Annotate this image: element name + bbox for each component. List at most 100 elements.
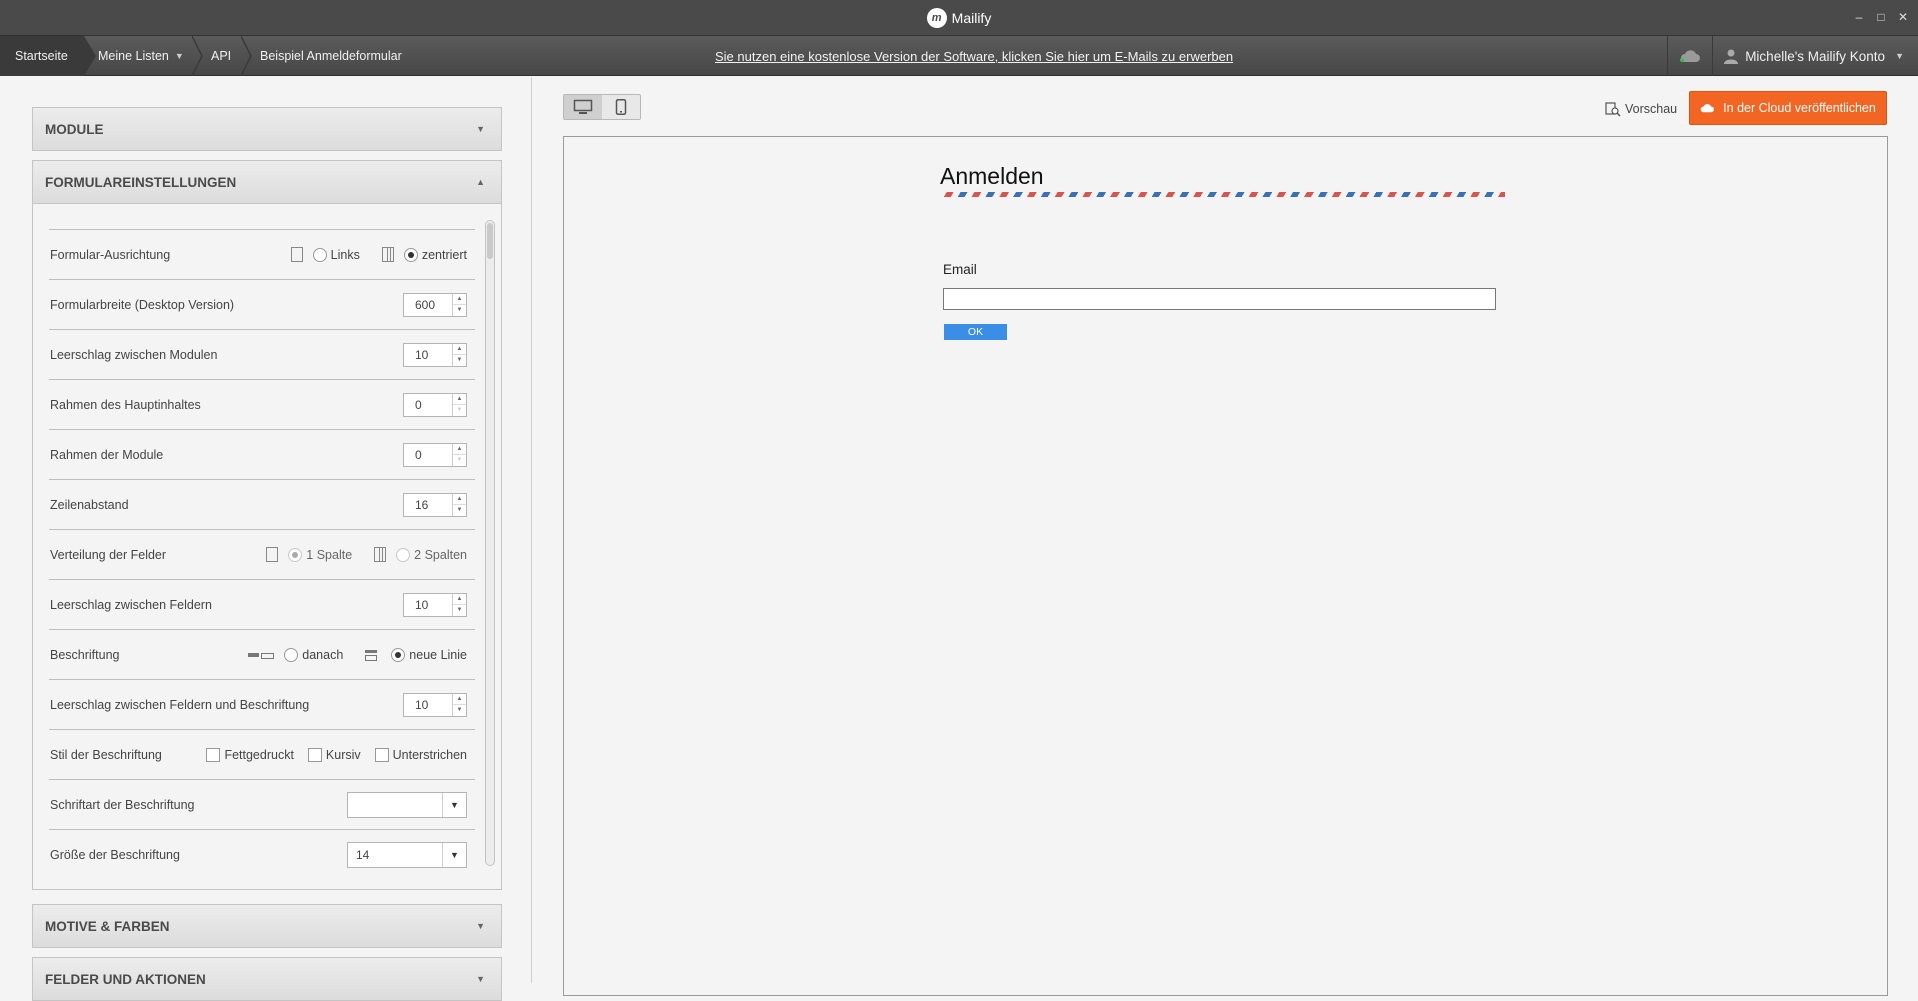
decrement-icon[interactable]: ▼	[453, 604, 466, 616]
decrement-icon[interactable]: ▼	[453, 454, 466, 466]
caption-after-radio[interactable]	[284, 647, 299, 662]
breadcrumb-separator	[241, 36, 253, 76]
section-module-header[interactable]: MODULE ▼	[32, 107, 502, 151]
one-column-icon	[266, 547, 279, 562]
setting-label: Größe der Beschriftung	[50, 847, 180, 862]
setting-module-spacing: Leerschlag zwischen Modulen ▲▼	[49, 329, 475, 379]
close-icon[interactable]: ✕	[1896, 10, 1910, 24]
mobile-icon	[615, 99, 627, 115]
mobile-view-button[interactable]	[602, 95, 640, 119]
increment-icon[interactable]: ▲	[453, 694, 466, 705]
increment-icon[interactable]: ▲	[453, 344, 466, 355]
setting-label: Schriftart der Beschriftung	[50, 797, 195, 812]
section-form-settings-header[interactable]: FORMULAREINSTELLUNGEN ▲	[32, 160, 502, 204]
section-fields-header[interactable]: FELDER UND AKTIONEN ▼	[32, 957, 502, 1001]
breadcrumb-current[interactable]: Beispiel Anmeldeformular	[260, 36, 402, 76]
one-column-radio[interactable]	[288, 547, 303, 562]
form-width-input[interactable]	[404, 293, 452, 316]
caption-spacing-stepper[interactable]: ▲▼	[403, 692, 467, 717]
module-spacing-stepper[interactable]: ▲▼	[403, 342, 467, 367]
setting-field-distribution: Verteilung der Felder 1 Spalte 2 Spalten	[49, 529, 475, 579]
decrement-icon[interactable]: ▼	[453, 304, 466, 316]
breadcrumb-label: Beispiel Anmeldeformular	[260, 49, 402, 63]
email-label[interactable]: Email	[943, 262, 977, 277]
line-height-input[interactable]	[404, 493, 452, 516]
caption-spacing-input[interactable]	[404, 693, 452, 716]
decrement-icon[interactable]: ▼	[453, 354, 466, 366]
dropdown-arrow-icon[interactable]: ▼	[442, 792, 466, 817]
section-themes-header[interactable]: MOTIVE & FARBEN ▼	[32, 904, 502, 948]
setting-caption-font: Schriftart der Beschriftung ▼	[49, 779, 475, 829]
form-title[interactable]: Anmelden	[940, 163, 1044, 190]
account-menu[interactable]: Michelle's Mailify Konto ▼	[1713, 36, 1918, 76]
setting-caption-position: Beschriftung danach neue Linie	[49, 629, 475, 679]
caption-font-select[interactable]: ▼	[347, 791, 467, 818]
increment-icon[interactable]: ▲	[453, 594, 466, 605]
breadcrumb-lists[interactable]: Meine Listen ▼	[98, 36, 184, 76]
email-field[interactable]	[943, 288, 1496, 310]
breadcrumb-home[interactable]: Startseite	[0, 36, 84, 76]
setting-label: Rahmen der Module	[50, 447, 164, 462]
option-label: danach	[302, 647, 344, 662]
breadcrumb-api[interactable]: API	[211, 36, 231, 76]
section-title: FELDER UND AKTIONEN	[45, 971, 206, 987]
settings-scrollbar[interactable]	[485, 220, 495, 866]
bold-checkbox[interactable]	[206, 747, 221, 762]
caption-newline-radio[interactable]	[391, 647, 406, 662]
desktop-view-button[interactable]	[564, 95, 602, 119]
submit-button[interactable]: OK	[944, 324, 1007, 340]
module-border-stepper[interactable]: ▲▼	[403, 442, 467, 467]
increment-icon[interactable]: ▲	[453, 494, 466, 505]
caption-size-select[interactable]: 14 ▼	[347, 841, 467, 868]
module-spacing-input[interactable]	[404, 343, 452, 366]
publish-cloud-button[interactable]: In der Cloud veröffentlichen	[1689, 91, 1887, 125]
user-icon	[1724, 49, 1739, 64]
field-spacing-input[interactable]	[404, 593, 452, 616]
setting-field-spacing: Leerschlag zwischen Feldern ▲▼	[49, 579, 475, 629]
preview-button[interactable]: Vorschau	[1605, 99, 1677, 119]
increment-icon[interactable]: ▲	[453, 444, 466, 455]
form-width-stepper[interactable]: ▲▼	[403, 292, 467, 317]
increment-icon[interactable]: ▲	[453, 294, 466, 305]
option-label: neue Linie	[409, 647, 467, 662]
option-label: Unterstrichen	[392, 747, 467, 762]
align-center-radio[interactable]	[403, 247, 418, 262]
caption-newline-icon	[365, 649, 378, 661]
minimize-icon[interactable]: ‒	[1852, 10, 1866, 24]
setting-label: Formular-Ausrichtung	[50, 247, 171, 262]
align-left-radio[interactable]	[312, 247, 327, 262]
increment-icon[interactable]: ▲	[453, 394, 466, 405]
maximize-icon[interactable]: □	[1874, 10, 1888, 24]
main-border-input[interactable]	[404, 393, 452, 416]
setting-form-width: Formularbreite (Desktop Version) ▲▼	[49, 279, 475, 329]
two-columns-radio[interactable]	[396, 547, 411, 562]
field-spacing-stepper[interactable]: ▲▼	[403, 592, 467, 617]
setting-label: Verteilung der Felder	[50, 547, 167, 562]
free-version-notice-link[interactable]: Sie nutzen eine kostenlose Version der S…	[715, 36, 1233, 76]
decrement-icon[interactable]: ▼	[453, 704, 466, 716]
align-center-icon	[381, 247, 394, 262]
option-label: Fettgedruckt	[224, 747, 294, 762]
breadcrumb-separator	[192, 36, 204, 76]
scrollbar-thumb[interactable]	[487, 223, 493, 259]
cloud-status[interactable]	[1667, 36, 1714, 76]
editor-area: Vorschau In der Cloud veröffentlichen An…	[533, 77, 1918, 996]
line-height-stepper[interactable]: ▲▼	[403, 492, 467, 517]
section-title: MOTIVE & FARBEN	[45, 918, 170, 934]
setting-caption-style: Stil der Beschriftung Fettgedruckt Kursi…	[49, 729, 475, 779]
decrement-icon[interactable]: ▼	[453, 504, 466, 516]
settings-panel: MODULE ▼ FORMULAREINSTELLUNGEN ▲ Formula…	[0, 77, 532, 1001]
chevron-down-icon: ▼	[1895, 51, 1904, 61]
setting-label: Formularbreite (Desktop Version)	[50, 297, 235, 312]
dropdown-arrow-icon[interactable]: ▼	[442, 842, 466, 867]
publish-label: In der Cloud veröffentlichen	[1723, 101, 1876, 115]
form-preview-canvas: Anmelden Email OK	[563, 136, 1888, 996]
setting-label: Beschriftung	[50, 647, 120, 662]
module-border-input[interactable]	[404, 443, 452, 466]
mailify-logo-icon: m	[926, 8, 947, 28]
main-border-stepper[interactable]: ▲▼	[403, 392, 467, 417]
decrement-icon[interactable]: ▼	[453, 404, 466, 416]
underline-checkbox[interactable]	[374, 747, 389, 762]
section-title: FORMULAREINSTELLUNGEN	[45, 174, 237, 190]
italic-checkbox[interactable]	[307, 747, 322, 762]
